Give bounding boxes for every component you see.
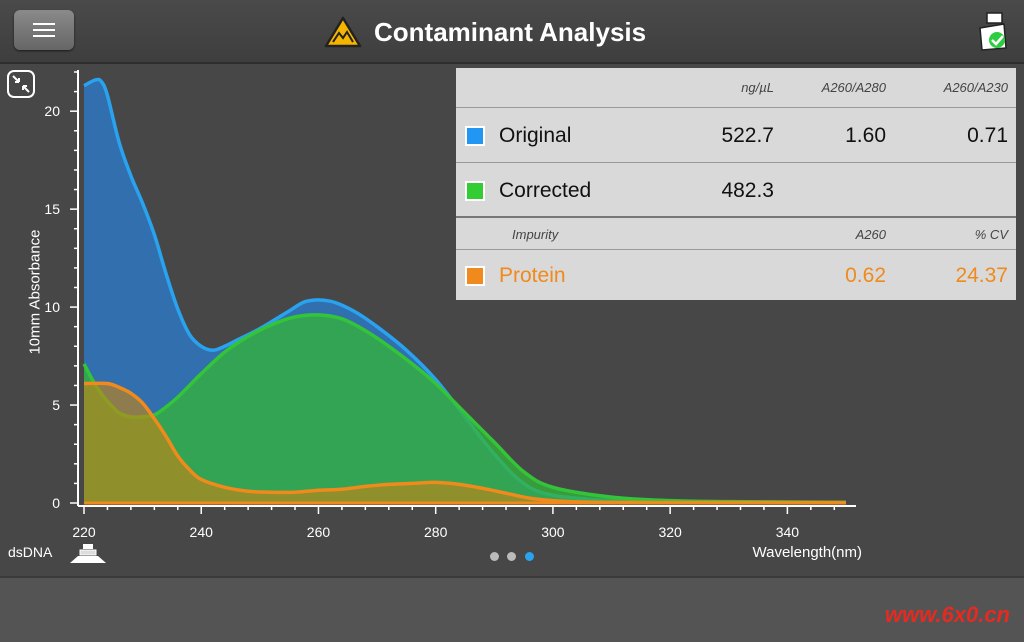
x-tick-label: 320 bbox=[658, 524, 682, 540]
menu-icon-bar bbox=[33, 29, 55, 31]
result-row-original[interactable]: Original 522.7 1.60 0.71 bbox=[456, 109, 1016, 163]
protein-cv: 24.37 bbox=[955, 264, 1008, 287]
impurity-cv-header: % CV bbox=[974, 227, 1008, 242]
col-header-concentration: ng/µL bbox=[741, 80, 774, 95]
original-swatch bbox=[465, 126, 485, 146]
impurity-header-row: Impurity A260 % CV bbox=[456, 220, 1016, 250]
y-tick-label: 10 bbox=[44, 299, 60, 315]
impurity-a260-header: A260 bbox=[855, 227, 886, 242]
page-dot-2[interactable] bbox=[507, 552, 517, 561]
page-indicator[interactable] bbox=[490, 548, 538, 566]
title-area: Contaminant Analysis bbox=[324, 14, 646, 50]
page-dot-3-active[interactable] bbox=[524, 552, 534, 561]
x-axis-label: Wavelength(nm) bbox=[753, 544, 862, 560]
menu-icon-bar bbox=[33, 35, 55, 37]
top-bar: Contaminant Analysis bbox=[0, 0, 1024, 64]
page-title: Contaminant Analysis bbox=[374, 16, 647, 47]
watermark: www.6x0.cn bbox=[884, 602, 1010, 627]
impurity-row-protein[interactable]: Protein 0.62 24.37 bbox=[456, 251, 1016, 300]
corrected-concentration: 482.3 bbox=[721, 179, 774, 202]
impurity-header: Impurity bbox=[512, 227, 559, 242]
results-panel: ng/µL A260/A280 A260/A230 Original 522.7… bbox=[456, 68, 1016, 300]
original-concentration: 522.7 bbox=[721, 124, 774, 147]
original-a260-a230: 0.71 bbox=[967, 124, 1008, 147]
x-tick-label: 280 bbox=[424, 524, 448, 540]
col-header-a260-a280: A260/A280 bbox=[821, 80, 886, 95]
y-tick-label: 5 bbox=[52, 397, 60, 413]
sample-type-label: dsDNA bbox=[8, 544, 53, 560]
y-tick-label: 15 bbox=[44, 201, 60, 217]
bottom-bar bbox=[0, 576, 1024, 642]
protein-a260: 0.62 bbox=[845, 264, 886, 287]
x-tick-label: 240 bbox=[190, 524, 214, 540]
page-dot-1[interactable] bbox=[490, 552, 499, 561]
corrected-label: Corrected bbox=[499, 179, 592, 202]
x-tick-label: 300 bbox=[541, 524, 565, 540]
x-tick-label: 260 bbox=[307, 524, 331, 540]
pedestal-icon[interactable] bbox=[68, 542, 108, 564]
protein-label: Protein bbox=[499, 264, 566, 287]
original-a260-a280: 1.60 bbox=[845, 124, 886, 147]
y-tick-label: 20 bbox=[44, 103, 60, 119]
original-label: Original bbox=[499, 124, 572, 147]
col-header-a260-a230: A260/A230 bbox=[943, 80, 1008, 95]
report-check-icon[interactable] bbox=[976, 12, 1010, 52]
menu-button[interactable] bbox=[14, 10, 74, 50]
x-tick-label: 340 bbox=[776, 524, 800, 540]
menu-icon-bar bbox=[33, 23, 55, 25]
x-tick-label: 220 bbox=[72, 524, 96, 540]
corrected-swatch bbox=[465, 181, 485, 201]
y-tick-label: 0 bbox=[52, 495, 60, 511]
results-header-row: ng/µL A260/A280 A260/A230 bbox=[456, 68, 1016, 108]
result-row-corrected[interactable]: Corrected 482.3 bbox=[456, 164, 1016, 218]
contaminant-warning-icon bbox=[324, 16, 362, 48]
protein-swatch bbox=[465, 266, 485, 286]
